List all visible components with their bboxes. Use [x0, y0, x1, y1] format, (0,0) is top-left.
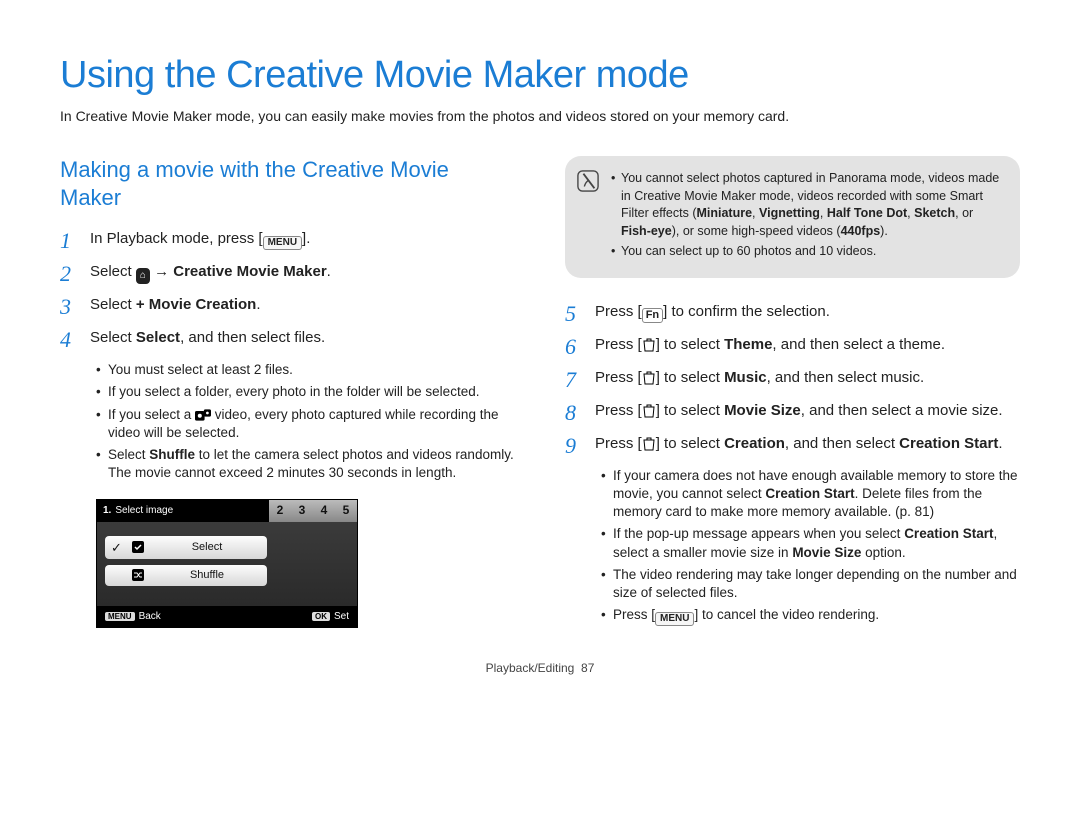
menu-key-icon: MENU: [655, 612, 694, 626]
dual-capture-icon: [195, 409, 211, 421]
step-item: 7 Press [] to select Music, and then sele…: [565, 368, 1020, 391]
step-item: 6 Press [] to select Theme, and then sele…: [565, 335, 1020, 358]
step-text: Press [] to select Creation, and then se…: [595, 434, 1020, 454]
bullet-item: The video rendering may take longer depe…: [601, 566, 1020, 602]
device-tab: 4: [313, 500, 335, 522]
step-text: Press [] to select Music, and then selec…: [595, 368, 1020, 388]
step-item: 1 In Playback mode, press [MENU].: [60, 229, 515, 252]
ok-key-badge: OK: [312, 612, 330, 621]
mode-icon: ⌂: [136, 268, 150, 284]
bullet-item: If the pop-up message appears when you s…: [601, 525, 1020, 561]
trash-key-icon: [642, 404, 656, 418]
steps-list-left: 1 In Playback mode, press [MENU]. 2 Select …: [60, 229, 515, 351]
device-tab-label: Select image: [115, 504, 173, 518]
step-number: 2: [60, 262, 78, 285]
trash-key-icon: [642, 338, 656, 352]
steps-list-right: 5 Press [Fn] to confirm the selection. 6 Pr…: [565, 302, 1020, 457]
device-footer: MENUBack OKSet: [97, 606, 357, 628]
section-heading: Making a movie with the Creative Movie M…: [60, 156, 515, 211]
step-number: 4: [60, 328, 78, 351]
note-box: You cannot select photos captured in Pan…: [565, 156, 1020, 278]
device-back: MENUBack: [105, 610, 161, 624]
note-icon: [577, 170, 599, 192]
device-tab-active: 1. Select image: [97, 500, 269, 522]
step-item: 9 Press [] to select Creation, and then s…: [565, 434, 1020, 457]
bullet-item: If you select a video, every photo captu…: [96, 406, 515, 442]
step9-bullets: If your camera does not have enough avai…: [565, 467, 1020, 627]
device-tabbar: 1. Select image 2345: [97, 500, 357, 522]
device-option-label: Select: [153, 540, 261, 555]
note-item: You cannot select photos captured in Pan…: [611, 170, 1004, 240]
step-item: 3 Select + Movie Creation.: [60, 295, 515, 318]
device-tab-num: 1.: [103, 504, 111, 518]
step-text: In Playback mode, press [MENU].: [90, 229, 515, 250]
bullet-item: If you select a folder, every photo in t…: [96, 383, 515, 401]
trash-key-icon: [642, 371, 656, 385]
page-title: Using the Creative Movie Maker mode: [60, 50, 1020, 101]
step-number: 9: [565, 434, 583, 457]
manual-page: Using the Creative Movie Maker mode In C…: [0, 0, 1080, 696]
menu-key-icon: MENU: [263, 236, 302, 250]
step-text: Press [] to select Movie Size, and then …: [595, 401, 1020, 421]
trash-key-icon: [642, 437, 656, 451]
footer-section: Playback/Editing: [486, 661, 575, 675]
step-item: 8 Press [] to select Movie Size, and then…: [565, 401, 1020, 424]
step4-bullets: You must select at least 2 files. If you …: [60, 361, 515, 482]
note-list: You cannot select photos captured in Pan…: [611, 170, 1004, 261]
step-text: Press [] to select Theme, and then selec…: [595, 335, 1020, 355]
bullet-item: Press [MENU] to cancel the video renderi…: [601, 606, 1020, 626]
step-text: Press [Fn] to confirm the selection.: [595, 302, 1020, 323]
step-number: 8: [565, 401, 583, 424]
step-number: 1: [60, 229, 78, 252]
device-option-label: Shuffle: [153, 568, 261, 583]
check-icon: ✓: [111, 539, 123, 557]
two-column-layout: Making a movie with the Creative Movie M…: [60, 156, 1020, 636]
shuffle-icon: [131, 568, 145, 582]
step-number: 3: [60, 295, 78, 318]
device-tab: 2: [269, 500, 291, 522]
left-column: Making a movie with the Creative Movie M…: [60, 156, 515, 636]
page-footer: Playback/Editing 87: [60, 660, 1020, 676]
camera-screen-mock: 1. Select image 2345 ✓ Select: [96, 499, 358, 629]
bullet-item: You must select at least 2 files.: [96, 361, 515, 379]
footer-page-number: 87: [581, 661, 594, 675]
device-option-shuffle: Shuffle: [105, 565, 267, 586]
step-text: Select ⌂ → Creative Movie Maker.: [90, 262, 515, 284]
intro-text: In Creative Movie Maker mode, you can ea…: [60, 107, 1020, 126]
step-number: 7: [565, 368, 583, 391]
device-tab: 3: [291, 500, 313, 522]
device-tabs-rest: 2345: [269, 500, 357, 522]
device-tab: 5: [335, 500, 357, 522]
step-text: Select Select, and then select files.: [90, 328, 515, 348]
note-item: You can select up to 60 photos and 10 vi…: [611, 243, 1004, 261]
select-icon: [131, 540, 145, 554]
step-item: 2 Select ⌂ → Creative Movie Maker.: [60, 262, 515, 285]
right-column: You cannot select photos captured in Pan…: [565, 156, 1020, 636]
device-option-select: ✓ Select: [105, 536, 267, 560]
step-item: 4 Select Select, and then select files.: [60, 328, 515, 351]
bullet-item: Select Shuffle to let the camera select …: [96, 446, 515, 482]
device-body: ✓ Select Shuffle: [97, 522, 357, 606]
fn-key-icon: Fn: [642, 308, 663, 323]
device-set: OKSet: [312, 610, 349, 624]
menu-key-badge: MENU: [105, 612, 135, 621]
step-number: 5: [565, 302, 583, 325]
step-item: 5 Press [Fn] to confirm the selection.: [565, 302, 1020, 325]
step-number: 6: [565, 335, 583, 358]
bullet-item: If your camera does not have enough avai…: [601, 467, 1020, 522]
step-text: Select + Movie Creation.: [90, 295, 515, 315]
